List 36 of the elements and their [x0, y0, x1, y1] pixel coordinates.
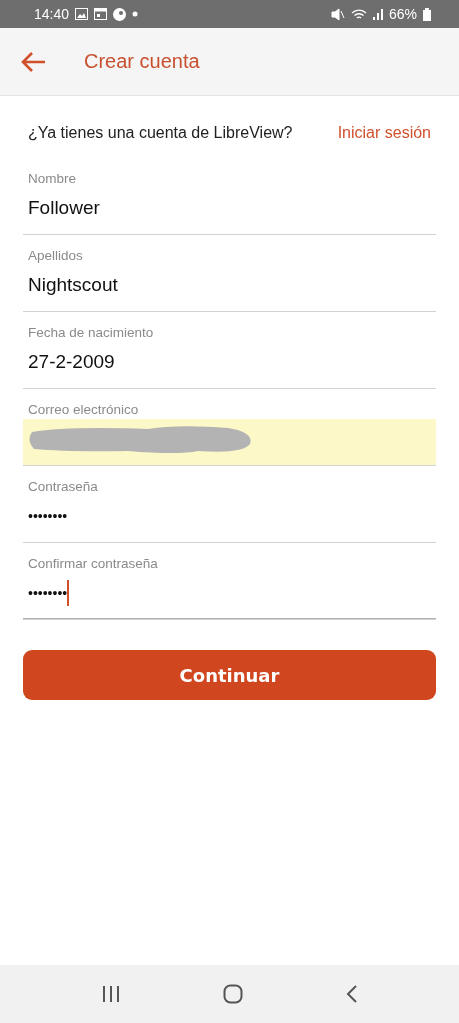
input-field[interactable]: •••••••• — [23, 496, 436, 542]
signal-icon — [372, 8, 383, 20]
calendar-icon — [94, 8, 108, 20]
continue-button[interactable]: Continuar — [23, 650, 436, 700]
input-field[interactable]: Follower — [23, 188, 436, 234]
field-value: Follower — [28, 197, 100, 219]
field-label: Correo electrónico — [28, 402, 139, 417]
input-field[interactable]: Nightscout — [23, 265, 436, 311]
field-label: Apellidos — [28, 248, 83, 263]
status-time: 14:40 — [34, 6, 70, 22]
field-label: Contraseña — [28, 479, 98, 494]
input-field[interactable] — [23, 419, 436, 465]
field-label: Confirmar contraseña — [28, 556, 158, 571]
login-prompt: ¿Ya tienes una cuenta de LibreView? — [28, 124, 293, 142]
image-icon — [75, 8, 89, 20]
mute-icon — [330, 7, 345, 21]
text-cursor — [67, 580, 70, 606]
battery-percent: 66% — [388, 6, 417, 22]
field-value: Nightscout — [28, 274, 118, 296]
field-value: •••••••• — [28, 508, 68, 524]
recent-apps-icon[interactable] — [101, 985, 120, 1003]
login-link[interactable]: Iniciar sesión — [337, 124, 431, 142]
app-icon — [113, 7, 127, 21]
home-icon[interactable] — [222, 984, 243, 1004]
back-icon[interactable] — [345, 984, 358, 1004]
field-label: Nombre — [28, 171, 76, 186]
input-field[interactable]: •••••••• — [23, 573, 436, 619]
wifi-icon — [350, 7, 367, 21]
field-value: •••••••• — [28, 585, 68, 601]
input-field[interactable]: 27-2-2009 — [23, 342, 436, 388]
field-label: Fecha de nacimiento — [28, 325, 154, 340]
field-value: 27-2-2009 — [28, 351, 115, 373]
screen-title: Crear cuenta — [84, 50, 200, 73]
battery-icon — [423, 7, 431, 21]
back-button[interactable] — [20, 50, 46, 73]
dot-icon — [132, 11, 139, 17]
